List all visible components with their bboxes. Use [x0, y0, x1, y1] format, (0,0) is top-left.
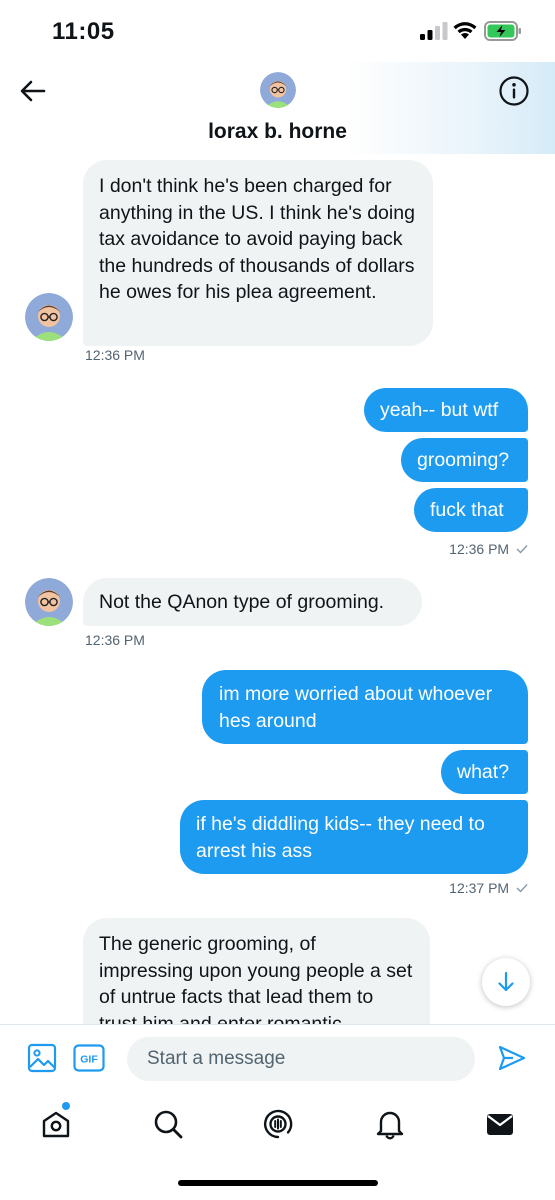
battery-charging-icon [484, 21, 521, 41]
sent-check-icon [516, 884, 528, 893]
message-text: im more worried about whoever hes around [219, 683, 493, 732]
conversation-header: lorax b. horne [0, 62, 555, 154]
back-arrow-icon[interactable] [18, 76, 48, 106]
message-text: yeah-- but wtf [380, 399, 499, 421]
notifications-icon [376, 1111, 404, 1140]
message-text: I don't think he's been charged for anyt… [99, 175, 415, 303]
incoming-message[interactable]: I don't think he's been charged for anyt… [83, 160, 433, 346]
home-icon [42, 1111, 70, 1138]
status-bar: 11:05 [0, 0, 555, 62]
bottom-navigation [0, 1094, 555, 1200]
message-timestamp-row: 12:36 PM [300, 541, 528, 557]
message-text: grooming? [417, 449, 510, 471]
message-input[interactable] [127, 1037, 475, 1081]
message-text: Not the QAnon type of grooming. [99, 591, 385, 613]
message-timestamp: 12:36 PM [85, 632, 145, 648]
message-timestamp: 12:36 PM [449, 541, 510, 557]
message-text: if he's diddling kids-- they need to arr… [196, 813, 485, 862]
scroll-to-bottom-button[interactable] [482, 958, 530, 1006]
outgoing-message[interactable]: yeah-- but wtf [364, 388, 528, 432]
spaces-icon [263, 1109, 293, 1139]
sender-avatar[interactable] [25, 578, 73, 626]
image-icon[interactable] [27, 1043, 57, 1073]
nav-messages[interactable] [484, 1108, 516, 1140]
message-timestamp: 12:37 PM [449, 880, 510, 896]
signal-icon [420, 22, 448, 40]
incoming-message[interactable]: The generic grooming, of impressing upon… [83, 918, 430, 1024]
avatar-illustration [260, 72, 296, 108]
nav-search[interactable] [152, 1108, 184, 1140]
message-timestamp: 12:36 PM [85, 347, 145, 363]
sender-avatar[interactable] [25, 293, 73, 341]
message-text: fuck that [430, 499, 504, 521]
arrow-down-icon [498, 971, 514, 992]
notification-dot [62, 1102, 70, 1110]
outgoing-message[interactable]: fuck that [414, 488, 528, 532]
nav-notifications[interactable] [374, 1108, 406, 1140]
outgoing-message[interactable]: grooming? [401, 438, 528, 482]
header-avatar[interactable] [260, 72, 296, 108]
incoming-message[interactable]: Not the QAnon type of grooming. [83, 578, 422, 626]
home-indicator[interactable] [178, 1180, 378, 1186]
avatar-illustration [25, 293, 73, 341]
outgoing-message[interactable]: what? [441, 750, 528, 794]
send-icon[interactable] [497, 1043, 527, 1073]
message-timestamp-row: 12:37 PM [300, 880, 528, 896]
contact-name[interactable]: lorax b. horne [0, 120, 555, 144]
info-icon[interactable] [498, 75, 530, 107]
wifi-icon [453, 22, 477, 39]
search-icon [154, 1110, 183, 1139]
outgoing-message[interactable]: if he's diddling kids-- they need to arr… [180, 800, 528, 874]
gif-label: GIF [80, 1054, 98, 1066]
nav-home[interactable] [40, 1102, 72, 1140]
message-text: what? [457, 761, 510, 783]
avatar-illustration [25, 578, 73, 626]
messages-icon [487, 1114, 513, 1135]
message-composer: GIF [0, 1024, 555, 1094]
nav-spaces[interactable] [262, 1108, 294, 1140]
status-time: 11:05 [52, 18, 115, 45]
sent-check-icon [516, 545, 528, 554]
outgoing-message[interactable]: im more worried about whoever hes around [202, 670, 528, 744]
gif-icon[interactable]: GIF [73, 1044, 105, 1072]
message-thread[interactable]: I don't think he's been charged for anyt… [0, 154, 555, 1024]
message-text: The generic grooming, of impressing upon… [99, 933, 413, 1024]
